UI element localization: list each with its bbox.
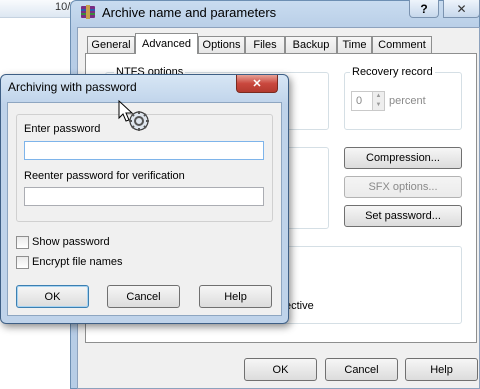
password-dialog-close-button[interactable]: ✕ — [236, 75, 278, 93]
main-titlebar[interactable]: Archive name and parameters — [76, 0, 406, 24]
main-ok-button[interactable]: OK — [244, 358, 317, 381]
busy-cursor-icon — [117, 99, 153, 135]
show-password-label[interactable]: Show password — [32, 236, 110, 248]
password-ok-button[interactable]: OK — [16, 285, 89, 308]
tab-backup[interactable]: Backup — [285, 36, 337, 53]
main-close-button[interactable]: ✕ — [443, 0, 480, 18]
tab-advanced[interactable]: Advanced — [135, 33, 198, 54]
tab-time[interactable]: Time — [337, 36, 372, 53]
tab-general[interactable]: General — [87, 36, 135, 53]
password-cancel-button[interactable]: Cancel — [107, 285, 180, 308]
close-icon: ✕ — [456, 1, 467, 16]
enter-password-field[interactable] — [24, 141, 264, 160]
compression-button[interactable]: Compression... — [344, 147, 462, 169]
encrypt-file-names-checkbox[interactable] — [16, 256, 29, 269]
main-window-title: Archive name and parameters — [102, 4, 277, 20]
help-icon: ? — [420, 1, 428, 16]
close-icon: ✕ — [252, 78, 262, 90]
enter-password-label: Enter password — [24, 123, 101, 135]
spinner-down-button[interactable]: ▼ — [372, 101, 384, 110]
recovery-percent-input[interactable]: 0 ▲ ▼ — [351, 91, 385, 111]
sfx-options-button[interactable]: SFX options... — [344, 176, 462, 198]
set-password-button[interactable]: Set password... — [344, 205, 462, 227]
recovery-unit-label: percent — [389, 95, 426, 107]
reenter-password-label: Reenter password for verification — [24, 170, 185, 182]
recovery-record-label: Recovery record — [350, 66, 435, 78]
tab-comment[interactable]: Comment — [372, 36, 432, 53]
reenter-password-field[interactable] — [24, 187, 264, 206]
winrar-icon — [80, 4, 96, 20]
password-dialog-titlebar[interactable]: Archiving with password — [2, 76, 232, 98]
password-help-button[interactable]: Help — [199, 285, 272, 308]
spinner-up-button[interactable]: ▲ — [372, 92, 384, 101]
help-title-button[interactable]: ? — [409, 0, 439, 18]
show-password-checkbox[interactable] — [16, 236, 29, 249]
background-date-text: 10/ — [55, 1, 71, 13]
main-help-button[interactable]: Help — [405, 358, 478, 381]
encrypt-file-names-label[interactable]: Encrypt file names — [32, 256, 122, 268]
main-cancel-button[interactable]: Cancel — [325, 358, 398, 381]
tab-files[interactable]: Files — [245, 36, 285, 53]
password-dialog-title: Archiving with password — [8, 80, 137, 94]
tab-options[interactable]: Options — [198, 36, 245, 53]
partial-option-text: ective — [285, 300, 314, 312]
